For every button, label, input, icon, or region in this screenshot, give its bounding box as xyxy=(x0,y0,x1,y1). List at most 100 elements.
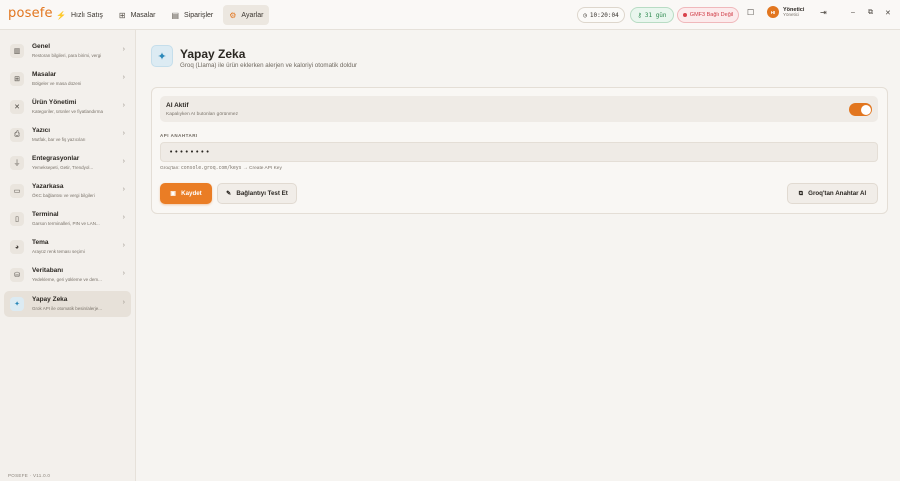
sidebar-item-printer[interactable]: ⎙ Yazıcı Mutfak, bar ve fiş yazıcıları › xyxy=(4,122,131,148)
chevron-right-icon: › xyxy=(122,186,125,193)
minimize-icon[interactable]: – xyxy=(851,9,855,16)
pencil-icon: ✎ xyxy=(226,190,232,197)
key-icon: ⚷ xyxy=(637,11,642,19)
clock-text: 10:20:04 xyxy=(589,11,619,19)
chevron-right-icon: › xyxy=(122,102,125,109)
sidebar-item-title: Genel xyxy=(32,43,51,50)
test-connection-button[interactable]: ✎ Bağlantıyı Test Et xyxy=(217,183,297,204)
get-groq-key-label: Groq'tan Anahtar Al xyxy=(808,190,867,197)
toggle-knob xyxy=(860,104,871,115)
bolt-icon: ⚡ xyxy=(56,10,66,20)
sidebar-item-general[interactable]: ▥ Genel Restoran bilgileri, para birimi,… xyxy=(4,38,131,64)
logout-icon[interactable]: ⇥ xyxy=(820,8,827,17)
top-bar: posefe ⚡ Hızlı Satış ⊞ Masalar ▤ Sipariş… xyxy=(0,0,900,30)
nav-tables[interactable]: ⊞ Masalar xyxy=(113,5,162,25)
close-icon[interactable]: ✕ xyxy=(885,9,891,17)
printer-icon: ⎙ xyxy=(10,128,24,142)
chevron-right-icon: › xyxy=(122,242,125,249)
sidebar-item-subtitle: Restoran bilgileri, para birimi, vergi xyxy=(32,53,102,58)
sidebar-item-title: Yazarkasa xyxy=(32,183,64,190)
nav-orders[interactable]: ▤ Siparişler xyxy=(165,5,219,25)
sidebar-item-title: Entegrasyonlar xyxy=(32,155,80,162)
grid-icon: ⊞ xyxy=(118,10,126,20)
nav-tables-label: Masalar xyxy=(130,11,156,19)
sidebar-item-title: Yapay Zeka xyxy=(32,296,68,303)
nav-settings-label: Ayarlar xyxy=(241,11,264,19)
sidebar-item-subtitle: Mutfak, bar ve fiş yazıcıları xyxy=(32,137,86,142)
test-connection-label: Bağlantıyı Test Et xyxy=(236,190,288,197)
sparkle-icon: ✦ xyxy=(10,297,24,311)
get-groq-key-button[interactable]: ⧉ Groq'tan Anahtar Al xyxy=(787,183,878,204)
sidebar-item-title: Ürün Yönetimi xyxy=(32,99,77,106)
api-key-input[interactable]: •••••••• xyxy=(160,142,878,162)
avatar: HI xyxy=(767,6,779,18)
clipboard-icon: ▤ xyxy=(171,10,180,20)
sidebar-item-subtitle: Arayüz renk teması seçimi xyxy=(32,249,85,254)
sidebar-item-theme[interactable]: ◕ Tema Arayüz renk teması seçimi › xyxy=(4,234,131,260)
gmf-status-badge[interactable]: GMF3 Bağlı Değil xyxy=(677,7,739,23)
save-icon: ▣ xyxy=(170,190,177,197)
save-button[interactable]: ▣ Kaydet xyxy=(160,183,212,204)
api-hint-suffix: → Create API Key xyxy=(241,166,282,171)
status-dot-icon xyxy=(682,13,687,17)
chat-icon[interactable]: ☐ xyxy=(747,8,754,17)
sidebar-item-subtitle: Garson terminalleri, PIN ve LAN... xyxy=(32,221,100,226)
tablet-icon: ▯ xyxy=(10,212,24,226)
nav-quick-sale-label: Hızlı Satış xyxy=(70,11,103,19)
chevron-right-icon: › xyxy=(122,214,125,221)
external-link-icon: ⧉ xyxy=(798,189,804,197)
restore-icon[interactable]: ⧉ xyxy=(868,9,873,17)
chevron-right-icon: › xyxy=(122,270,125,277)
clock-badge: ◷ 10:20:04 xyxy=(577,7,625,23)
gear-icon: ⚙ xyxy=(229,10,237,20)
nav-orders-label: Siparişler xyxy=(184,11,214,19)
sidebar-item-products[interactable]: ✕ Ürün Yönetimi Kategoriler, ürünler ve … xyxy=(4,94,131,120)
plug-icon: ⏚ xyxy=(10,156,24,170)
card-icon: ▭ xyxy=(10,184,24,198)
utensils-icon: ✕ xyxy=(10,100,24,114)
page-title: Yapay Zeka xyxy=(180,47,246,61)
page-subtitle: Groq (Llama) ile ürün eklerken alerjen v… xyxy=(180,62,358,69)
sparkle-icon: ✦ xyxy=(151,45,173,67)
sidebar-item-title: Terminal xyxy=(32,211,59,218)
license-days-badge[interactable]: ⚷ 31 gün xyxy=(630,7,674,23)
sidebar-item-title: Veritabanı xyxy=(32,267,64,274)
sidebar-item-title: Tema xyxy=(32,239,49,246)
settings-sidebar: ▥ Genel Restoran bilgileri, para birimi,… xyxy=(0,30,136,481)
main-nav: ⚡ Hızlı Satış ⊞ Masalar ▤ Siparişler ⚙ A… xyxy=(50,5,270,25)
clock-icon: ◷ xyxy=(583,11,587,19)
sidebar-item-subtitle: Grok API ile otomatik besin/alerje... xyxy=(32,306,103,311)
ai-toggle-subtitle: Kapalıyken AI butonları görünmez xyxy=(166,112,238,117)
grid-icon: ⊞ xyxy=(10,72,24,86)
chevron-right-icon: › xyxy=(122,130,125,137)
sidebar-item-cash-register[interactable]: ▭ Yazarkasa ÖKC bağlantısı ve vergi bilg… xyxy=(4,178,131,204)
ai-active-toggle[interactable] xyxy=(849,103,872,116)
api-hint-url: console.groq.com/keys xyxy=(180,166,242,171)
building-icon: ▥ xyxy=(10,44,24,58)
user-role: Yönetici xyxy=(783,11,800,17)
gmf-status-text: GMF3 Bağlı Değil xyxy=(689,12,734,18)
ai-toggle-title: AI Aktif xyxy=(166,102,189,109)
sidebar-item-subtitle: ÖKC bağlantısı ve vergi bilgileri xyxy=(32,193,95,198)
nav-settings[interactable]: ⚙ Ayarlar xyxy=(223,5,270,25)
chevron-right-icon: › xyxy=(122,158,125,165)
license-days-text: 31 gün xyxy=(644,11,667,19)
chevron-right-icon: › xyxy=(122,46,125,53)
sidebar-item-title: Yazıcı xyxy=(32,127,51,134)
api-hint-prefix: Groq'tan: xyxy=(160,166,181,171)
app-logo[interactable]: posefe xyxy=(8,6,53,21)
sidebar-item-subtitle: Bölgeler ve masa düzeni xyxy=(32,81,82,86)
ai-toggle-row xyxy=(160,96,878,122)
palette-icon: ◕ xyxy=(10,240,24,254)
user-menu[interactable]: HI Yönetici Yönetici xyxy=(767,6,804,18)
chevron-right-icon: › xyxy=(122,299,125,306)
sidebar-item-terminal[interactable]: ▯ Terminal Garson terminalleri, PIN ve L… xyxy=(4,206,131,232)
nav-quick-sale[interactable]: ⚡ Hızlı Satış xyxy=(50,5,109,25)
sidebar-item-database[interactable]: ⛁ Veritabanı Yedekleme, geri yükleme ve … xyxy=(4,262,131,288)
sidebar-item-ai[interactable]: ✦ Yapay Zeka Grok API ile otomatik besin… xyxy=(4,291,131,317)
sidebar-item-tables[interactable]: ⊞ Masalar Bölgeler ve masa düzeni › xyxy=(4,66,131,92)
sidebar-item-title: Masalar xyxy=(32,71,57,78)
sidebar-item-integrations[interactable]: ⏚ Entegrasyonlar Yemeksepeti, Getir, Tre… xyxy=(4,150,131,176)
sidebar-item-subtitle: Yemeksepeti, Getir, Trendyol... xyxy=(32,165,94,170)
save-button-label: Kaydet xyxy=(181,190,202,197)
